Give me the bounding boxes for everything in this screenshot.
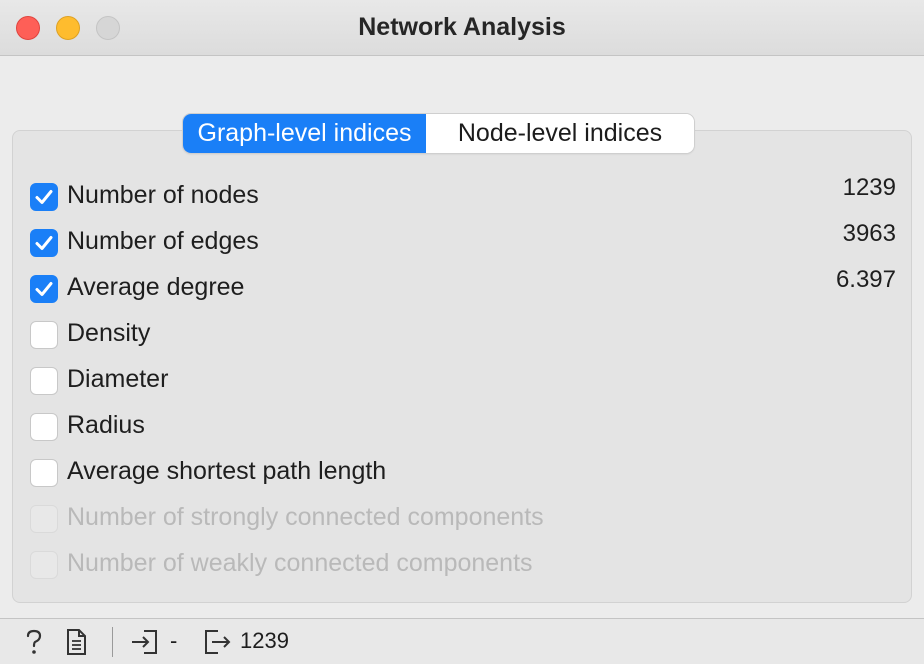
index-checkbox[interactable] <box>30 413 58 441</box>
tab-graph-level-indices[interactable]: Graph-level indices <box>183 114 426 153</box>
index-checkbox[interactable] <box>30 459 58 487</box>
index-row: Average degree 6.397 <box>30 266 896 305</box>
window-title: Network Analysis <box>358 13 566 41</box>
status-separator <box>112 627 113 657</box>
index-level-tabs: Graph-level indices Node-level indices <box>183 114 694 153</box>
tab-node-level-indices[interactable]: Node-level indices <box>426 114 694 153</box>
network-analysis-window: Network Analysis Graph-level indices Nod… <box>0 0 924 664</box>
index-label: Number of weakly connected components <box>67 549 533 577</box>
index-checkbox[interactable] <box>30 229 58 257</box>
index-label[interactable]: Diameter <box>67 365 168 394</box>
index-label[interactable]: Radius <box>67 411 145 440</box>
index-value: 1239 <box>842 174 896 201</box>
index-row: Number of edges 3963 <box>30 220 896 259</box>
index-row: Number of nodes 1239 <box>30 174 896 213</box>
index-checkbox[interactable] <box>30 183 58 211</box>
checkmark-icon <box>35 190 53 204</box>
index-checkbox <box>30 551 58 579</box>
index-label[interactable]: Number of edges <box>67 227 259 256</box>
input-arrow-icon <box>130 628 160 661</box>
index-row: Number of weakly connected components <box>30 549 896 581</box>
checkmark-icon <box>35 236 53 250</box>
index-row: Radius <box>30 411 896 443</box>
index-label[interactable]: Density <box>67 319 150 348</box>
index-row: Number of strongly connected components <box>30 503 896 535</box>
index-label: Number of strongly connected components <box>67 503 544 531</box>
index-checkbox[interactable] <box>30 275 58 303</box>
report-document-icon[interactable] <box>64 628 88 661</box>
index-checkbox[interactable] <box>30 367 58 395</box>
help-question-icon[interactable] <box>22 628 46 661</box>
input-summary: - <box>170 628 178 653</box>
index-row: Average shortest path length <box>30 457 896 489</box>
status-bar: - 1239 <box>0 618 924 664</box>
index-label[interactable]: Average degree <box>67 273 244 302</box>
index-row: Diameter <box>30 365 896 397</box>
index-row: Density <box>30 319 896 351</box>
index-checkbox <box>30 505 58 533</box>
index-value: 6.397 <box>835 266 896 293</box>
checkmark-icon <box>35 282 53 296</box>
output-summary: 1239 <box>240 628 289 653</box>
title-bar: Network Analysis <box>0 0 924 56</box>
index-checkbox[interactable] <box>30 321 58 349</box>
index-label[interactable]: Average shortest path length <box>67 457 386 486</box>
output-arrow-icon <box>202 628 232 661</box>
index-value: 3963 <box>842 220 896 247</box>
index-label[interactable]: Number of nodes <box>67 181 259 210</box>
